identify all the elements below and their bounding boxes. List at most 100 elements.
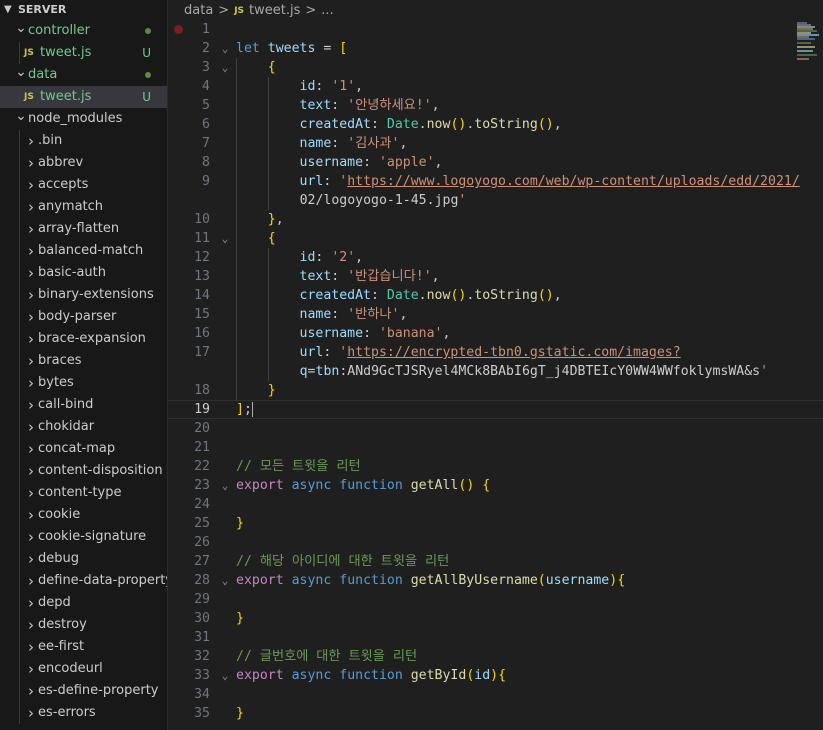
code-line[interactable]: 17 url: 'https://encrypted-tbn0.gstatic.… [168, 343, 823, 362]
chevron-right-icon[interactable]: › [24, 218, 38, 240]
tree-item-folder[interactable]: › destroy [0, 614, 167, 636]
chevron-right-icon[interactable]: › [24, 680, 38, 702]
tree-item-folder[interactable]: › accepts [0, 174, 167, 196]
breadcrumb-more[interactable]: ... [321, 0, 333, 22]
tree-item-folder[interactable]: › content-disposition [0, 460, 167, 482]
tree-item-folder[interactable]: › depd [0, 592, 167, 614]
fold-chevron-icon[interactable]: ⌄ [218, 666, 232, 685]
code-line[interactable]: 19]; [168, 400, 823, 419]
chevron-right-icon[interactable]: › [24, 526, 38, 548]
tree-item-folder[interactable]: › concat-map [0, 438, 167, 460]
tree-item-folder[interactable]: ⌄ controller [0, 20, 167, 42]
tree-item-folder[interactable]: › array-flatten [0, 218, 167, 240]
tree-item-folder[interactable]: › balanced-match [0, 240, 167, 262]
chevron-right-icon[interactable]: › [24, 548, 38, 570]
code-line[interactable]: 21 [168, 438, 823, 457]
code-line[interactable]: 18 } [168, 381, 823, 400]
code-line[interactable]: 30} [168, 609, 823, 628]
code-line[interactable]: 35} [168, 704, 823, 723]
tree-item-folder[interactable]: › .bin [0, 130, 167, 152]
chevron-right-icon[interactable]: › [24, 152, 38, 174]
tree-item-folder[interactable]: › body-parser [0, 306, 167, 328]
fold-chevron-icon[interactable]: ⌄ [218, 229, 232, 248]
chevron-right-icon[interactable]: › [24, 592, 38, 614]
tree-item-folder[interactable]: › call-bind [0, 394, 167, 416]
tree-item-folder[interactable]: › brace-expansion [0, 328, 167, 350]
code-line[interactable]: 02/logoyogo-1-45.jpg' [168, 191, 823, 210]
chevron-right-icon[interactable]: › [24, 372, 38, 394]
chevron-right-icon[interactable]: › [24, 702, 38, 724]
code-line[interactable]: 34 [168, 685, 823, 704]
chevron-right-icon[interactable]: › [24, 460, 38, 482]
code-line[interactable]: 13 text: '반갑습니다!', [168, 267, 823, 286]
chevron-down-icon[interactable]: ⌄ [14, 109, 28, 123]
chevron-right-icon[interactable]: › [24, 174, 38, 196]
tree-item-folder[interactable]: › encodeurl [0, 658, 167, 680]
minimap[interactable] [793, 20, 823, 140]
tree-item-folder[interactable]: ⌄ data [0, 64, 167, 86]
tree-item-folder[interactable]: › ee-first [0, 636, 167, 658]
code-line[interactable]: 26 [168, 533, 823, 552]
breadcrumb-folder[interactable]: data [184, 0, 213, 22]
tree-item-folder[interactable]: › debug [0, 548, 167, 570]
chevron-right-icon[interactable]: › [24, 636, 38, 658]
chevron-right-icon[interactable]: › [24, 394, 38, 416]
chevron-right-icon[interactable]: › [24, 350, 38, 372]
code-line[interactable]: q=tbn:ANd9GcTJSRyel4MCk8BAbI6gT_j4DBTEIc… [168, 362, 823, 381]
code-line[interactable]: 22 // 모든 트윗을 리턴 [168, 457, 823, 476]
code-line[interactable]: 29 [168, 590, 823, 609]
code-line[interactable]: 14 createdAt: Date.now().toString(), [168, 286, 823, 305]
tree-item-folder[interactable]: › bytes [0, 372, 167, 394]
chevron-right-icon[interactable]: › [24, 262, 38, 284]
tree-item-folder[interactable]: ⌄ node_modules [0, 108, 167, 130]
tree-item-folder[interactable]: › cookie-signature [0, 526, 167, 548]
chevron-right-icon[interactable]: › [24, 658, 38, 680]
code-line[interactable]: 3 ⌄ { [168, 58, 823, 77]
tree-item-folder[interactable]: › binary-extensions [0, 284, 167, 306]
tree-item-folder[interactable]: › basic-auth [0, 262, 167, 284]
code-line[interactable]: 9 url: 'https://www.logoyogo.com/web/wp-… [168, 172, 823, 191]
tree-item-folder[interactable]: › es-errors [0, 702, 167, 724]
code-line[interactable]: 12 id: '2', [168, 248, 823, 267]
chevron-right-icon[interactable]: › [24, 328, 38, 350]
code-line[interactable]: 7 name: '김사과', [168, 134, 823, 153]
fold-chevron-icon[interactable]: ⌄ [218, 476, 232, 495]
tree-item-folder[interactable]: › braces [0, 350, 167, 372]
code-line[interactable]: 11 ⌄ { [168, 229, 823, 248]
chevron-right-icon[interactable]: › [24, 438, 38, 460]
code-line[interactable]: 6 createdAt: Date.now().toString(), [168, 115, 823, 134]
chevron-right-icon[interactable]: › [24, 130, 38, 152]
tree-item-folder[interactable]: › abbrev [0, 152, 167, 174]
code-line[interactable]: 15 name: '반하나', [168, 305, 823, 324]
fold-chevron-icon[interactable]: ⌄ [218, 39, 232, 58]
tree-item-file[interactable]: JS tweet.js U [0, 86, 167, 108]
code-line[interactable]: 31 [168, 628, 823, 647]
code-line[interactable]: 27 // 해당 아이디에 대한 트윗을 리턴 [168, 552, 823, 571]
chevron-right-icon[interactable]: › [24, 416, 38, 438]
chevron-right-icon[interactable]: › [24, 570, 38, 592]
fold-chevron-icon[interactable]: ⌄ [218, 58, 232, 77]
chevron-right-icon[interactable]: › [24, 284, 38, 306]
code-line[interactable]: 4 id: '1', [168, 77, 823, 96]
code-line[interactable]: 1 [168, 20, 823, 39]
code-line[interactable]: 2 ⌄ let tweets = [ [168, 39, 823, 58]
code-line[interactable]: 16 username: 'banana', [168, 324, 823, 343]
tree-item-folder[interactable]: › es-define-property [0, 680, 167, 702]
code-line[interactable]: 25} [168, 514, 823, 533]
code-editor[interactable]: 1 2 ⌄ let tweets = [3 ⌄ {4 id: '1', 5 text: '… [168, 20, 823, 730]
chevron-right-icon[interactable]: › [24, 240, 38, 262]
tree-item-folder[interactable]: › anymatch [0, 196, 167, 218]
chevron-right-icon[interactable]: › [24, 482, 38, 504]
code-line[interactable]: 28 ⌄ export async function getAllByUsernam… [168, 571, 823, 590]
code-line[interactable]: 23 ⌄ export async function getAll() { [168, 476, 823, 495]
code-line[interactable]: 10 }, [168, 210, 823, 229]
chevron-down-icon[interactable]: ⌄ [14, 65, 28, 79]
chevron-right-icon[interactable]: › [24, 614, 38, 636]
tree-item-file[interactable]: JS tweet.js U [0, 42, 167, 64]
code-line[interactable]: 8 username: 'apple', [168, 153, 823, 172]
code-line[interactable]: 5 text: '안녕하세요!', [168, 96, 823, 115]
code-line[interactable]: 32 // 글번호에 대한 트윗을 리턴 [168, 647, 823, 666]
breadcrumb-file[interactable]: tweet.js [249, 0, 300, 22]
fold-chevron-icon[interactable]: ⌄ [218, 571, 232, 590]
chevron-down-icon[interactable]: ⌄ [14, 21, 28, 35]
